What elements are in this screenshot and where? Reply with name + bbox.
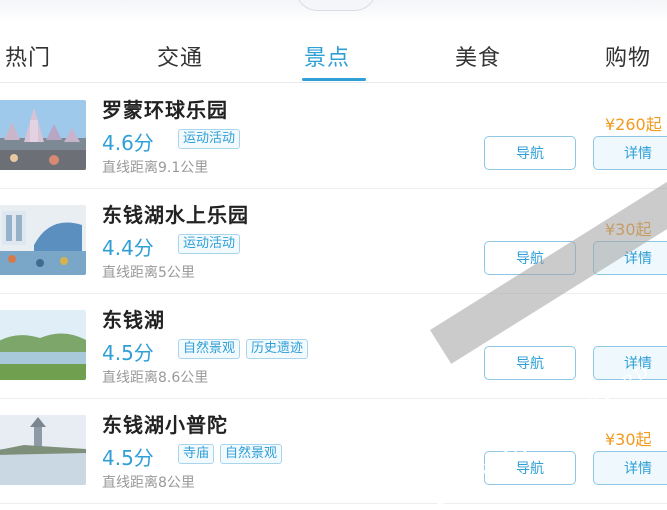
details-button[interactable]: 详情	[593, 346, 667, 380]
attraction-name: 东钱湖水上乐园	[102, 203, 249, 227]
list-item[interactable]: 东钱湖水上乐园 4.4分 运动活动 直线距离5公里 ¥30起 导航 详情	[0, 188, 667, 294]
attraction-thumbnail	[0, 100, 86, 170]
tag-list: 寺庙 自然景观	[178, 444, 283, 464]
attraction-thumbnail	[0, 415, 86, 485]
list-item[interactable]: 罗蒙环球乐园 4.6分 运动活动 直线距离9.1公里 ¥260起 导航 详情	[0, 83, 667, 189]
navigate-button[interactable]: 导航	[484, 241, 576, 275]
rating-score: 4.5分	[102, 446, 154, 470]
tab-attractions[interactable]: 景点	[304, 40, 350, 72]
rating-score: 4.4分	[102, 236, 154, 260]
attraction-thumbnail	[0, 205, 86, 275]
rating-score: 4.6分	[102, 131, 154, 155]
active-tab-indicator	[302, 78, 366, 81]
attraction-name: 罗蒙环球乐园	[102, 98, 228, 122]
navigate-button[interactable]: 导航	[484, 136, 576, 170]
price-text: ¥30起	[605, 220, 652, 239]
rating-score: 4.5分	[102, 341, 154, 365]
attraction-name: 东钱湖	[102, 308, 165, 332]
list-item[interactable]: 东钱湖 4.5分 自然景观 历史遗迹 直线距离8.6公里 导航 详情	[0, 293, 667, 399]
category-tag: 自然景观	[220, 444, 283, 464]
distance-text: 直线距离8.6公里	[102, 370, 209, 386]
price-text: ¥260起	[605, 115, 662, 134]
tab-hot[interactable]: 热门	[5, 40, 51, 72]
attraction-thumbnail	[0, 310, 86, 380]
category-tag: 寺庙	[178, 444, 215, 464]
category-tag: 自然景观	[178, 339, 241, 359]
distance-text: 直线距离8公里	[102, 475, 195, 491]
tab-shopping[interactable]: 购物	[605, 40, 651, 72]
list-item[interactable]: 东钱湖小普陀 4.5分 寺庙 自然景观 直线距离8公里 ¥30起 导航 详情	[0, 398, 667, 504]
attraction-name: 东钱湖小普陀	[102, 413, 228, 437]
tab-food[interactable]: 美食	[455, 40, 501, 72]
tag-list: 自然景观 历史遗迹	[178, 339, 309, 359]
details-button[interactable]: 详情	[593, 451, 667, 485]
navigate-button[interactable]: 导航	[484, 451, 576, 485]
distance-text: 直线距离5公里	[102, 265, 195, 281]
category-tabs: 热门 交通 景点 美食 购物	[0, 30, 667, 82]
tag-list: 运动活动	[178, 234, 241, 254]
details-button[interactable]: 详情	[593, 136, 667, 170]
details-button[interactable]: 详情	[593, 241, 667, 275]
navigate-button[interactable]: 导航	[484, 346, 576, 380]
tag-list: 运动活动	[178, 129, 241, 149]
category-tag: 历史遗迹	[246, 339, 309, 359]
distance-text: 直线距离9.1公里	[102, 160, 209, 176]
category-tag: 运动活动	[178, 129, 241, 149]
price-text: ¥30起	[605, 430, 652, 449]
tab-transport[interactable]: 交通	[157, 40, 203, 72]
category-tag: 运动活动	[178, 234, 241, 254]
